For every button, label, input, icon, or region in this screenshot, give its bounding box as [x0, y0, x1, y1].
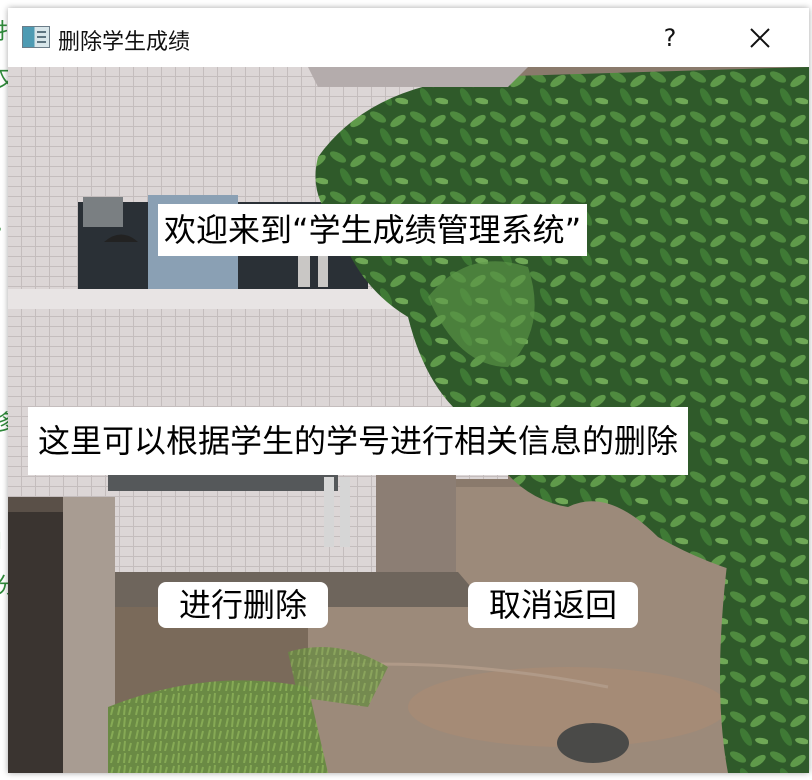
title-bar[interactable]: 删除学生成绩 ? [8, 8, 809, 67]
close-icon [750, 28, 770, 48]
help-button[interactable]: ? [648, 18, 692, 58]
delete-button[interactable]: 进行删除 [158, 582, 328, 628]
close-button[interactable] [734, 18, 786, 58]
cancel-return-button[interactable]: 取消返回 [468, 582, 638, 628]
info-label: 这里可以根据学生的学号进行相关信息的删除 [28, 407, 689, 475]
app-window-icon [22, 26, 50, 48]
content-area: 欢迎来到“学生成绩管理系统” 这里可以根据学生的学号进行相关信息的删除 进行删除… [8, 67, 809, 773]
delete-scores-dialog: 删除学生成绩 ? 欢迎来到“学生成绩管理系统” 这里可以根据学生的学号进行相关信… [8, 8, 809, 773]
welcome-label: 欢迎来到“学生成绩管理系统” [158, 204, 588, 256]
background-editor-edge: 扌又 ·多 l分 [0, 0, 8, 780]
window-title: 删除学生成绩 [58, 30, 191, 55]
